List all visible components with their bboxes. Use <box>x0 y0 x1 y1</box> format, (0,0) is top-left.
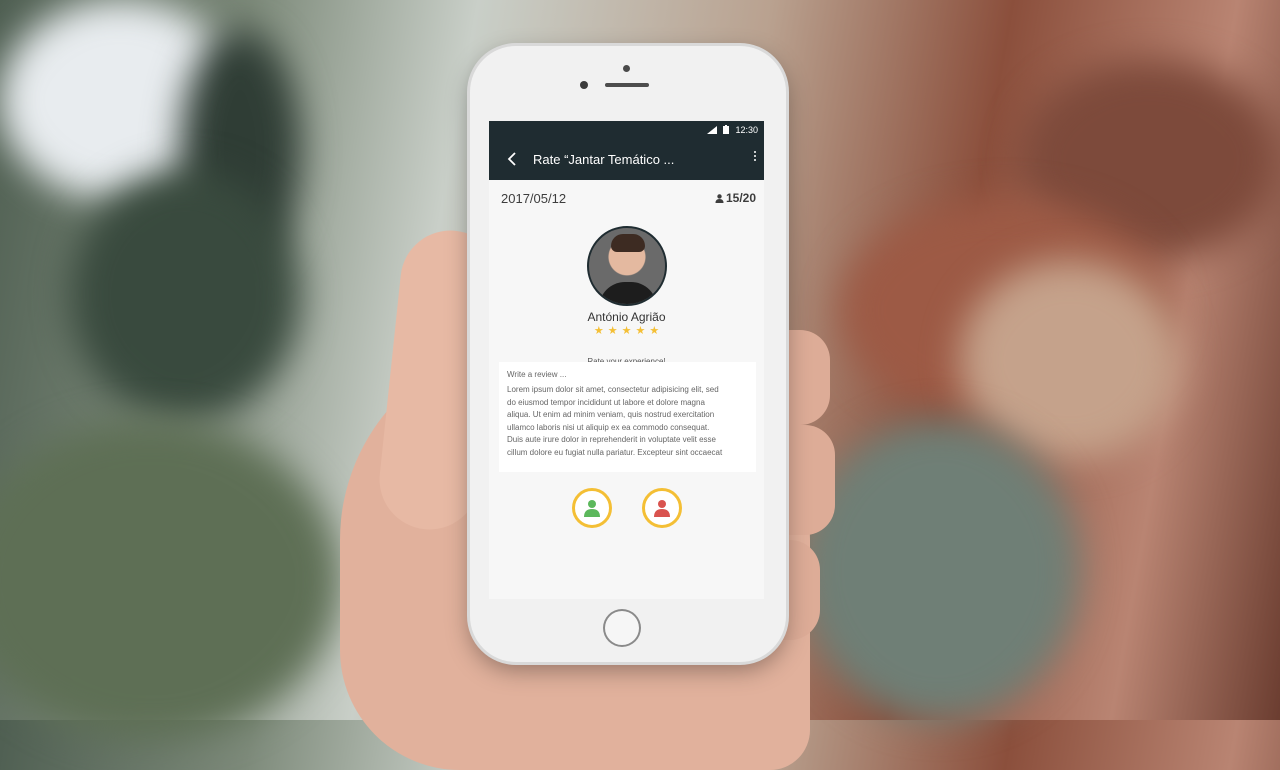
male-user-button[interactable] <box>571 488 612 528</box>
event-meta: 2017/05/12 15/20 <box>489 180 764 216</box>
host-star-icon: ★ <box>635 325 646 337</box>
attendance-value: 15/20 <box>725 191 756 205</box>
female-user-button[interactable] <box>641 488 682 528</box>
background-pot <box>960 260 1180 460</box>
host-star-icon: ★ <box>593 325 604 337</box>
proximity-sensor <box>580 81 588 89</box>
attendance-count: 15/20 <box>715 191 756 205</box>
review-line: cillum dolore eu fugiat nulla pariatur. … <box>507 447 723 457</box>
front-camera <box>623 65 630 72</box>
home-button[interactable] <box>603 609 641 647</box>
review-textarea[interactable]: Write a review ... Lorem ipsum dolor sit… <box>499 362 756 472</box>
background-cacti-cluster <box>800 420 1080 720</box>
menu-dot <box>753 151 756 153</box>
avatar-hair <box>610 234 645 252</box>
signal-icon <box>707 125 718 134</box>
male-user-icon <box>583 500 600 517</box>
review-line: Duis aute irure dolor in reprehenderit i… <box>507 435 717 444</box>
review-line: aliqua. Ut enim ad minim veniam, quis no… <box>507 410 715 419</box>
action-buttons <box>489 488 764 528</box>
menu-dot <box>753 155 756 157</box>
review-line: ullamco laboris nisi ut aliquip ex ea co… <box>507 422 710 432</box>
review-line: do eiusmod tempor incididunt ut labore e… <box>507 397 705 407</box>
avatar[interactable] <box>586 226 667 306</box>
female-user-icon <box>653 500 670 517</box>
phone-screen: 12:30 Rate “Jantar Temático ... 2017/05/… <box>489 121 764 599</box>
avatar-shirt <box>598 282 657 304</box>
event-date: 2017/05/12 <box>501 190 567 206</box>
review-line: Lorem ipsum dolor sit amet, consectetur … <box>507 385 719 394</box>
host-star-icon: ★ <box>621 325 632 337</box>
page-title: Rate “Jantar Temático ... <box>533 151 675 167</box>
status-bar: 12:30 <box>489 121 764 138</box>
host-name: António Agrião <box>587 310 666 324</box>
host-star-icon: ★ <box>607 325 618 337</box>
host-profile: António Agrião ★ ★ ★ ★ ★ <box>489 226 764 337</box>
back-button[interactable] <box>507 152 519 166</box>
more-vertical-icon[interactable] <box>753 151 756 161</box>
review-placeholder: Write a review ... <box>507 370 567 379</box>
person-icon <box>715 193 724 203</box>
host-rating-stars: ★ ★ ★ ★ ★ <box>594 326 659 337</box>
status-time: 12:30 <box>735 124 758 135</box>
host-star-icon: ★ <box>649 325 660 337</box>
smartphone: 12:30 Rate “Jantar Temático ... 2017/05/… <box>470 46 786 662</box>
menu-dot <box>753 159 756 161</box>
review-text: Lorem ipsum dolor sit amet, consectetur … <box>507 384 748 459</box>
arrow-left-icon <box>507 152 516 166</box>
app-bar: Rate “Jantar Temático ... <box>489 138 764 180</box>
battery-icon <box>723 125 730 134</box>
earpiece-speaker <box>605 83 649 87</box>
